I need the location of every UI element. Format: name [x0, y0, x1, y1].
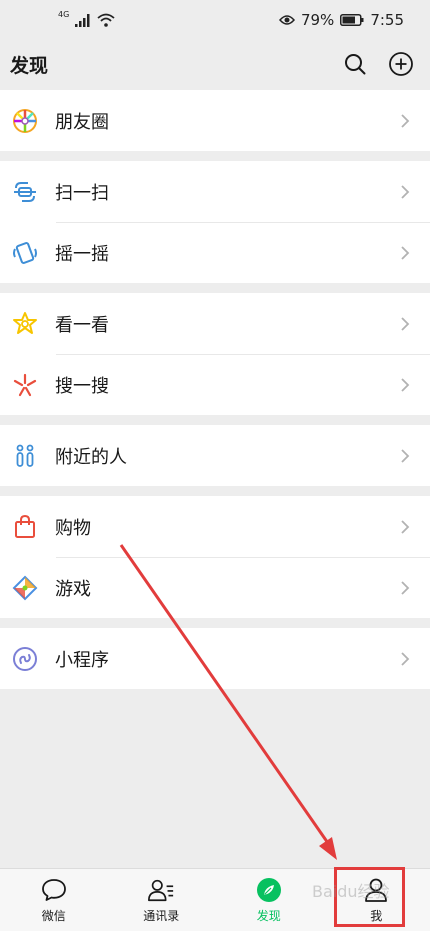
- sparkle-search-icon: [12, 372, 38, 398]
- signal-icon: [75, 14, 91, 27]
- mini-programs-icon: [12, 646, 38, 672]
- menu-item-label: 游戏: [55, 575, 400, 601]
- moments-icon: [12, 108, 38, 134]
- tab-discover[interactable]: 发现: [215, 869, 323, 931]
- menu-group-moments: 朋友圈: [0, 90, 430, 151]
- chevron-right-icon: [400, 650, 412, 668]
- chevron-right-icon: [400, 447, 412, 465]
- menu-group-scan-shake: 扫一扫 摇一摇: [0, 161, 430, 283]
- top-stories-icon: [12, 311, 38, 337]
- nav-bar: 发现: [0, 40, 430, 88]
- menu-item-label: 购物: [55, 514, 400, 540]
- menu-item-top-stories[interactable]: 看一看: [0, 293, 430, 354]
- menu-group-nearby: 附近的人: [0, 425, 430, 486]
- menu-item-label: 附近的人: [55, 443, 400, 469]
- eye-comfort-icon: [279, 14, 295, 26]
- chat-bubble-icon: [40, 876, 68, 904]
- search-button[interactable]: [342, 51, 368, 77]
- menu-item-moments[interactable]: 朋友圈: [0, 90, 430, 151]
- menu-item-label: 朋友圈: [55, 108, 400, 134]
- clock: 7:55: [370, 11, 404, 29]
- scan-icon: [12, 179, 38, 205]
- chevron-right-icon: [400, 112, 412, 130]
- bottom-tab-bar: 微信 通讯录 发现: [0, 868, 430, 931]
- menu-item-label: 搜一搜: [55, 372, 400, 398]
- search-icon: [343, 52, 367, 76]
- chevron-right-icon: [400, 518, 412, 536]
- menu-item-shake[interactable]: 摇一摇: [0, 222, 430, 283]
- shake-icon: [12, 240, 38, 266]
- menu-item-label: 扫一扫: [55, 179, 400, 205]
- menu-item-people-nearby[interactable]: 附近的人: [0, 425, 430, 486]
- menu-group-mini-programs: 小程序: [0, 628, 430, 689]
- status-bar: 4G 79% 7:55: [0, 0, 430, 40]
- status-left: 4G: [58, 13, 115, 27]
- wifi-icon: [97, 13, 115, 27]
- menu-item-label: 摇一摇: [55, 240, 400, 266]
- contacts-icon: [147, 876, 175, 904]
- profile-icon: [362, 876, 390, 904]
- people-nearby-icon: [12, 443, 38, 469]
- page-title: 发现: [10, 51, 48, 78]
- menu-item-label: 小程序: [55, 646, 400, 672]
- tab-label: 通讯录: [143, 907, 179, 924]
- chevron-right-icon: [400, 376, 412, 394]
- chevron-right-icon: [400, 315, 412, 333]
- shopping-bag-icon: [12, 514, 38, 540]
- menu-item-label: 看一看: [55, 311, 400, 337]
- menu-item-shopping[interactable]: 购物: [0, 496, 430, 557]
- tab-label: 发现: [257, 907, 281, 924]
- battery-icon: [340, 14, 364, 26]
- battery-percent: 79%: [301, 11, 334, 29]
- games-icon: [12, 575, 38, 601]
- tab-chats[interactable]: 微信: [0, 869, 108, 931]
- chevron-right-icon: [400, 579, 412, 597]
- tab-me[interactable]: 我: [323, 869, 430, 931]
- menu-item-search[interactable]: 搜一搜: [0, 354, 430, 415]
- menu-group-look-search: 看一看 搜一搜: [0, 293, 430, 415]
- network-label: 4G: [58, 10, 69, 19]
- menu-group-shopping-games: 购物 游戏: [0, 496, 430, 618]
- tab-label: 我: [370, 907, 382, 924]
- menu-item-games[interactable]: 游戏: [0, 557, 430, 618]
- tab-contacts[interactable]: 通讯录: [108, 869, 216, 931]
- status-right: 79% 7:55: [279, 11, 404, 29]
- plus-circle-icon: [388, 51, 414, 77]
- menu-item-mini-programs[interactable]: 小程序: [0, 628, 430, 689]
- compass-icon: [255, 876, 283, 904]
- menu-item-scan[interactable]: 扫一扫: [0, 161, 430, 222]
- add-button[interactable]: [388, 51, 414, 77]
- nav-actions: [342, 51, 414, 77]
- chevron-right-icon: [400, 183, 412, 201]
- tab-label: 微信: [42, 907, 66, 924]
- chevron-right-icon: [400, 244, 412, 262]
